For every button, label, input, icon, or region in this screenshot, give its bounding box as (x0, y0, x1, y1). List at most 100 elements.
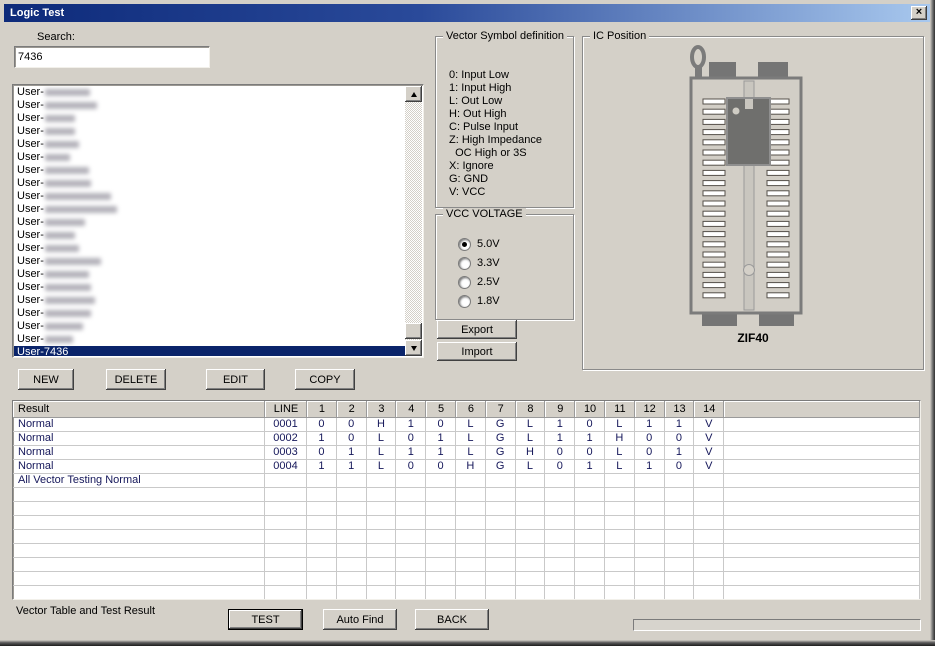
column-header[interactable]: 13 (665, 401, 695, 418)
list-item[interactable]: User- (14, 320, 405, 333)
pin-slot (703, 293, 725, 298)
table-cell (265, 516, 307, 530)
column-header[interactable]: 14 (694, 401, 724, 418)
column-header[interactable]: 9 (545, 401, 575, 418)
table-cell (456, 474, 486, 488)
radio-icon[interactable] (458, 276, 471, 289)
list-item[interactable]: User- (14, 125, 405, 138)
table-cell (367, 474, 397, 488)
table-cell (724, 516, 920, 530)
table-cell (396, 586, 426, 600)
edit-button[interactable]: EDIT (206, 369, 265, 390)
list-item[interactable]: User- (14, 216, 405, 229)
list-item[interactable]: User- (14, 281, 405, 294)
table-cell (486, 530, 516, 544)
table-cell (13, 572, 265, 586)
list-item[interactable]: User- (14, 268, 405, 281)
table-cell (635, 530, 665, 544)
radio-icon[interactable] (458, 238, 471, 251)
pin-slot (703, 140, 725, 145)
table-cell (635, 586, 665, 600)
list-item[interactable]: User- (14, 138, 405, 151)
column-header[interactable]: LINE (265, 401, 307, 418)
column-header[interactable]: 12 (635, 401, 665, 418)
list-item-redacted-text (45, 102, 97, 109)
table-cell (665, 544, 695, 558)
table-cell (724, 460, 920, 474)
list-item-prefix: User- (17, 151, 44, 164)
table-cell (575, 586, 605, 600)
column-header[interactable]: 4 (396, 401, 426, 418)
list-item[interactable]: User- (14, 164, 405, 177)
vcc-option[interactable]: 1.8V (458, 292, 500, 310)
titlebar[interactable]: Logic Test × (4, 4, 930, 22)
list-item-redacted-text (45, 258, 101, 265)
column-header[interactable]: 10 (575, 401, 605, 418)
radio-icon[interactable] (458, 257, 471, 270)
table-cell (665, 572, 695, 586)
list-item[interactable]: User- (14, 294, 405, 307)
column-header[interactable]: 8 (516, 401, 546, 418)
list-item[interactable]: User- (14, 190, 405, 203)
vcc-option[interactable]: 2.5V (458, 273, 500, 291)
list-item[interactable]: User- (14, 112, 405, 125)
table-cell: 0 (426, 460, 456, 474)
scrollbar-thumb[interactable] (405, 323, 422, 339)
pin-slot (767, 181, 789, 186)
table-cell (694, 544, 724, 558)
list-item[interactable]: User- (14, 307, 405, 320)
table-cell (575, 516, 605, 530)
list-item[interactable]: User- (14, 242, 405, 255)
device-list-scrollbar[interactable] (405, 86, 422, 356)
radio-icon[interactable] (458, 295, 471, 308)
table-cell (486, 474, 516, 488)
table-cell (724, 446, 920, 460)
scroll-up-button[interactable] (405, 86, 422, 102)
vcc-option[interactable]: 3.3V (458, 254, 500, 272)
copy-button[interactable]: COPY (295, 369, 355, 390)
search-input[interactable] (14, 46, 210, 68)
pin-slot (703, 119, 725, 124)
table-cell (724, 544, 920, 558)
list-item-prefix: User- (17, 99, 44, 112)
table-cell (694, 530, 724, 544)
back-button[interactable]: BACK (415, 609, 489, 630)
column-header[interactable]: 1 (307, 401, 337, 418)
list-item[interactable]: User- (14, 255, 405, 268)
pin-slot (703, 150, 725, 155)
list-item-redacted-text (45, 193, 111, 200)
vcc-option[interactable]: 5.0V (458, 235, 500, 253)
table-cell: 0 (337, 432, 367, 446)
list-item[interactable]: User- (14, 333, 405, 346)
list-item[interactable]: User- (14, 177, 405, 190)
list-item[interactable]: User- (14, 86, 405, 99)
export-button[interactable]: Export (437, 320, 517, 339)
device-list[interactable]: User-User-User-User-User-User-User-User-… (12, 84, 424, 358)
test-button[interactable]: TEST (228, 609, 303, 630)
column-header[interactable] (724, 401, 920, 418)
pin-slot (703, 232, 725, 237)
close-icon[interactable]: × (911, 6, 927, 20)
list-item[interactable]: User- (14, 151, 405, 164)
column-header[interactable]: 11 (605, 401, 635, 418)
list-item[interactable]: User- (14, 99, 405, 112)
column-header[interactable]: Result (13, 401, 265, 418)
auto-find-button[interactable]: Auto Find (323, 609, 397, 630)
column-header[interactable]: 2 (337, 401, 367, 418)
column-header[interactable]: 5 (426, 401, 456, 418)
column-header[interactable]: 6 (456, 401, 486, 418)
column-header[interactable]: 3 (367, 401, 397, 418)
list-item[interactable]: User- (14, 229, 405, 242)
scroll-down-button[interactable] (405, 340, 422, 356)
table-cell (307, 516, 337, 530)
device-list-items[interactable]: User-User-User-User-User-User-User-User-… (14, 86, 405, 356)
list-item-selected[interactable]: User-7436 (14, 346, 405, 356)
table-cell: L (605, 460, 635, 474)
delete-button[interactable]: DELETE (106, 369, 166, 390)
import-button[interactable]: Import (437, 342, 517, 361)
list-item[interactable]: User- (14, 203, 405, 216)
new-button[interactable]: NEW (18, 369, 74, 390)
column-header[interactable]: 7 (486, 401, 516, 418)
pin-slot (767, 262, 789, 267)
table-cell (367, 488, 397, 502)
